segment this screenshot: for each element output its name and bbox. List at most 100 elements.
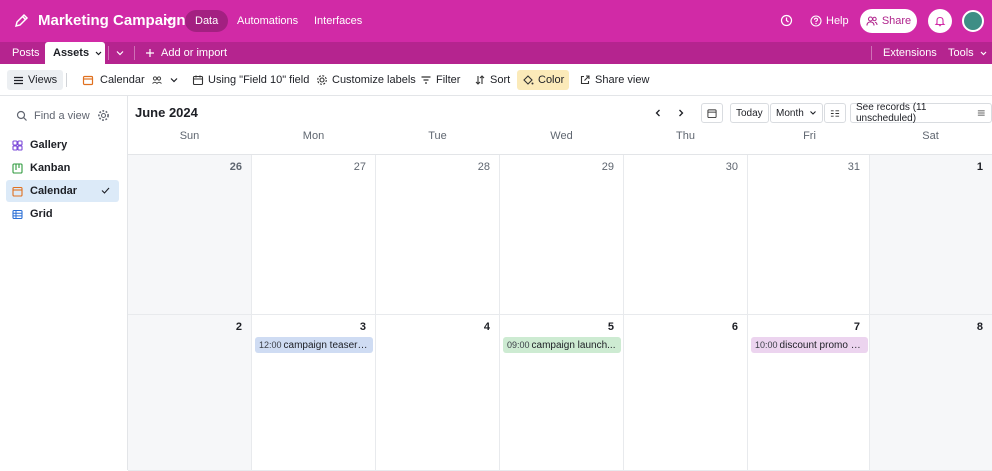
find-view-input[interactable]: Find a view <box>8 105 120 127</box>
gear-icon[interactable] <box>97 109 110 122</box>
tab-assets[interactable]: Assets <box>45 42 105 64</box>
day-cell[interactable]: 27 <box>252 155 376 315</box>
day-cell[interactable]: 30 <box>624 155 748 315</box>
customize-labels-button[interactable]: Customize labels <box>312 70 420 90</box>
day-cell[interactable]: 3 12:00 campaign teaser · ... <box>252 315 376 471</box>
customize-labels-label: Customize labels <box>332 74 416 86</box>
search-icon <box>16 110 27 121</box>
notifications-button[interactable] <box>928 9 952 33</box>
sidebar-item-kanban[interactable]: Kanban <box>6 157 119 179</box>
day-header-fri: Fri <box>803 130 816 142</box>
next-month-button[interactable] <box>673 103 689 123</box>
divider <box>66 73 67 87</box>
tables-dropdown-button[interactable] <box>115 42 125 64</box>
find-view-placeholder: Find a view <box>34 110 90 122</box>
day-header-sat: Sat <box>922 130 939 142</box>
menu-icon <box>978 110 986 116</box>
nav-data[interactable]: Data <box>185 10 229 32</box>
list-layout-icon <box>830 109 840 117</box>
tools-button[interactable]: Tools <box>948 42 988 64</box>
chevron-down-icon[interactable] <box>163 14 175 26</box>
see-records-button[interactable]: See records (11 unscheduled) <box>850 102 992 124</box>
day-number: 1 <box>976 161 983 173</box>
add-or-import-button[interactable]: Add or import <box>145 42 227 64</box>
day-cell[interactable]: 7 10:00 discount promo · ... <box>748 315 870 471</box>
day-cell[interactable]: 4 <box>376 315 500 471</box>
layout-toggle-button[interactable] <box>824 103 846 123</box>
day-cell[interactable]: 8 <box>870 315 992 471</box>
color-button[interactable]: Color <box>517 70 570 90</box>
day-number: 26 <box>229 161 242 173</box>
bell-icon <box>934 16 946 27</box>
pencil-icon[interactable] <box>13 12 30 29</box>
day-cell[interactable]: 29 <box>500 155 624 315</box>
nav-interfaces[interactable]: Interfaces <box>304 10 372 32</box>
help-icon <box>810 15 822 27</box>
calendar-event[interactable]: 10:00 discount promo · ... <box>751 337 868 353</box>
users-icon <box>866 16 878 26</box>
day-header-tue: Tue <box>428 130 447 142</box>
day-cell[interactable]: 6 <box>624 315 748 471</box>
chevron-down-icon <box>170 78 178 83</box>
sidebar-item-grid[interactable]: Grid <box>6 203 119 225</box>
share-view-button[interactable]: Share view <box>575 70 653 90</box>
help-label: Help <box>826 15 849 27</box>
settings-icon <box>317 75 327 85</box>
history-icon[interactable] <box>780 14 793 27</box>
event-time: 10:00 <box>755 340 778 350</box>
menu-icon <box>14 76 23 84</box>
range-select[interactable]: Month <box>770 103 823 123</box>
day-header-thu: Thu <box>676 130 695 142</box>
sidebar-item-label: Kanban <box>30 162 71 174</box>
date-picker-button[interactable] <box>701 103 723 123</box>
sort-button[interactable]: Sort <box>470 70 514 90</box>
calendar-icon <box>12 186 23 197</box>
view-switcher-button[interactable]: Calendar <box>78 70 183 90</box>
date-field-button[interactable]: Using "Field 10" field <box>188 70 313 90</box>
avatar[interactable] <box>962 10 984 32</box>
calendar-field-icon <box>192 75 204 86</box>
plus-icon <box>146 49 154 57</box>
day-number: 8 <box>976 321 983 333</box>
day-cell[interactable]: 2 <box>128 315 252 471</box>
add-or-import-label: Add or import <box>161 47 228 59</box>
prev-month-button[interactable] <box>650 103 666 123</box>
top-bar: Marketing Campaign Data Automations Inte… <box>0 0 992 42</box>
calendar-event[interactable]: 09:00 campaign launch... <box>503 337 621 353</box>
share-button[interactable]: Share <box>860 9 917 33</box>
sort-label: Sort <box>490 74 511 86</box>
today-button[interactable]: Today <box>730 103 769 123</box>
event-title: campaign launch... <box>531 340 616 351</box>
calendar-view: June 2024 Today Month See records (11 un… <box>128 96 992 471</box>
day-cell[interactable]: 26 <box>128 155 252 315</box>
day-number: 6 <box>731 321 738 333</box>
month-grid: 26 27 28 29 30 31 1 2 3 12:00 campaign te… <box>128 154 992 471</box>
day-header-mon: Mon <box>302 130 325 142</box>
day-number: 4 <box>483 321 490 333</box>
views-toggle-button[interactable]: Views <box>7 70 64 90</box>
sidebar-item-label: Calendar <box>30 185 78 197</box>
grid-icon <box>12 209 23 219</box>
calendar-icon <box>82 75 94 86</box>
tab-posts[interactable]: Posts <box>12 42 40 64</box>
help-button[interactable]: Help <box>810 10 849 32</box>
day-header-wed: Wed <box>550 130 573 142</box>
sort-icon <box>475 75 485 85</box>
day-number: 7 <box>853 321 860 333</box>
views-label: Views <box>28 74 58 86</box>
day-cell[interactable]: 31 <box>748 155 870 315</box>
day-number: 31 <box>847 161 860 173</box>
nav-automations[interactable]: Automations <box>227 10 308 32</box>
day-cell[interactable]: 1 <box>870 155 992 315</box>
calendar-event[interactable]: 12:00 campaign teaser · ... <box>255 337 373 353</box>
divider <box>108 46 109 60</box>
day-number: 29 <box>601 161 614 173</box>
day-cell[interactable]: 5 09:00 campaign launch... <box>500 315 624 471</box>
chevron-down-icon <box>980 51 987 55</box>
sidebar-item-gallery[interactable]: Gallery <box>6 134 119 156</box>
day-cell[interactable]: 28 <box>376 155 500 315</box>
filter-button[interactable]: Filter <box>416 70 464 90</box>
sidebar-item-calendar[interactable]: Calendar <box>6 180 119 202</box>
extensions-button[interactable]: Extensions <box>883 42 937 64</box>
day-number: 27 <box>353 161 366 173</box>
